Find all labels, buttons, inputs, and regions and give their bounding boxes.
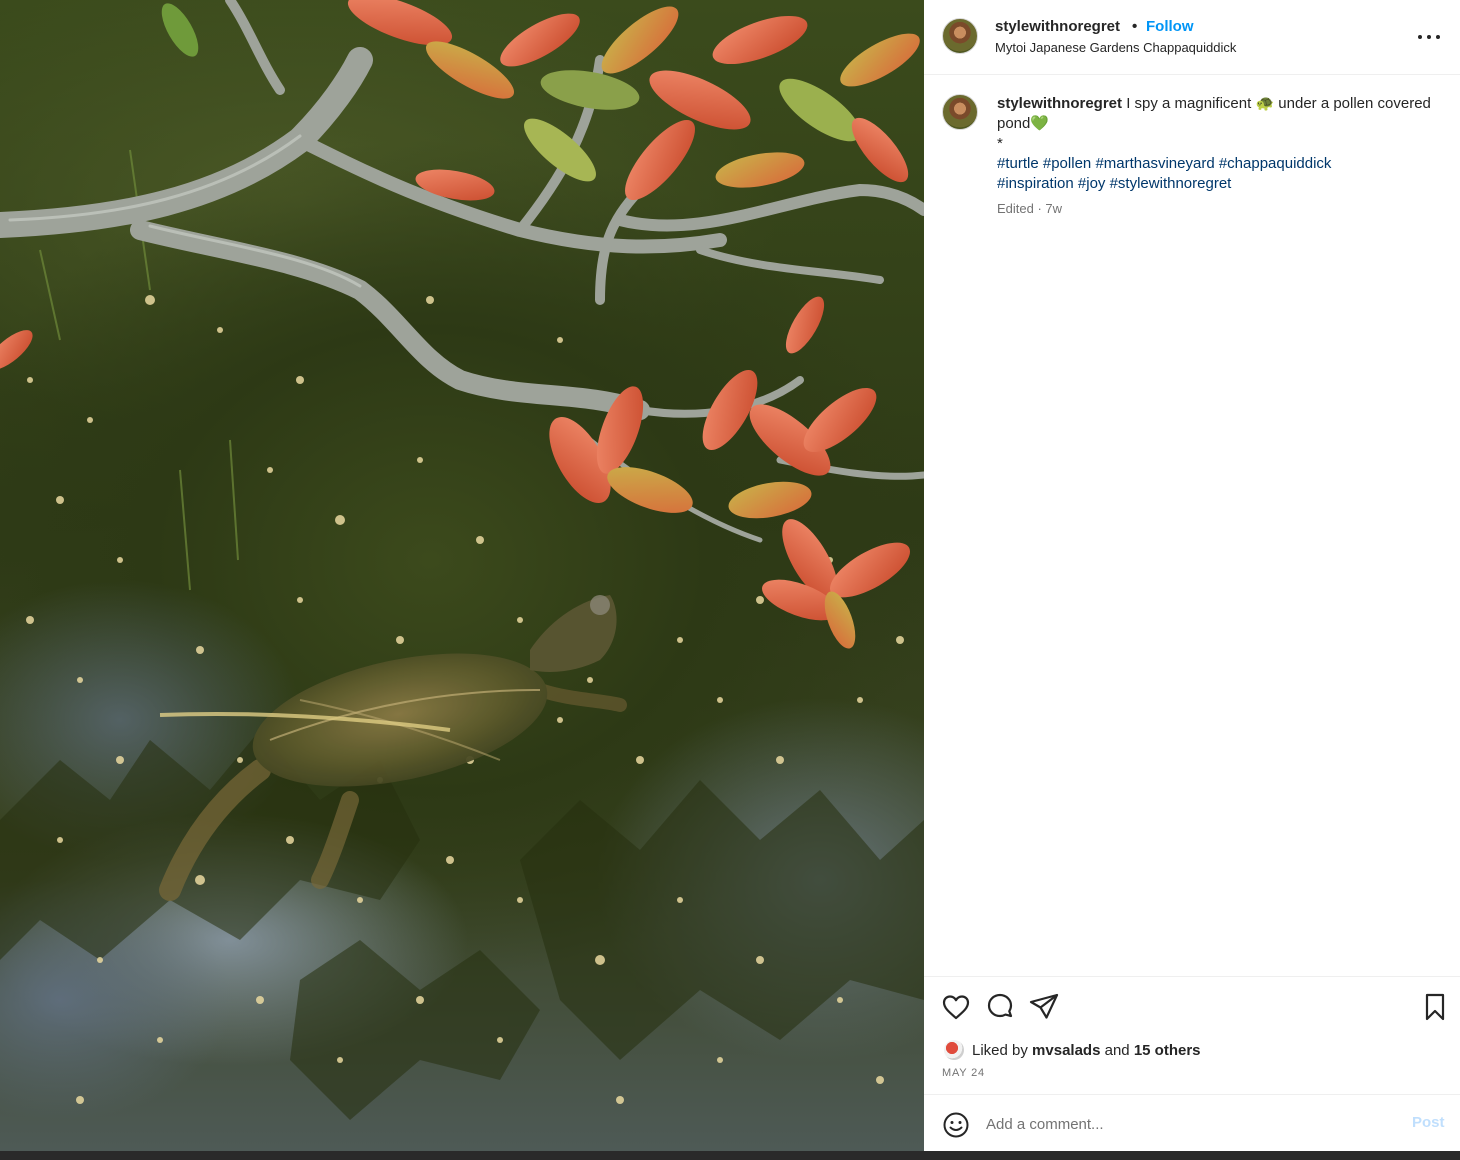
hashtag-link[interactable]: #chappaquiddick: [1219, 155, 1332, 172]
comment-icon[interactable]: [983, 990, 1017, 1024]
comment-input[interactable]: [986, 1111, 1386, 1137]
header-divider: [924, 74, 1460, 75]
hashtag-link[interactable]: #stylewithnoregret: [1110, 175, 1232, 192]
post-comment-button[interactable]: Post: [1412, 1114, 1445, 1131]
caption-hashtags: #turtle #pollen #marthasvineyard #chappa…: [997, 155, 1331, 192]
liker-avatar[interactable]: [944, 1040, 964, 1060]
green-heart-emoji: 💚: [1030, 115, 1050, 132]
actions-divider: [924, 976, 1460, 977]
leaves-top: [161, 0, 920, 201]
post-date[interactable]: MAY 24: [942, 1067, 985, 1079]
post-side-panel: stylewithnoregret • Follow Mytoi Japanes…: [924, 0, 1460, 1151]
action-bar: [924, 990, 1460, 1024]
turtle-emoji: 🐢: [1255, 95, 1275, 112]
post-photo[interactable]: [0, 0, 924, 1151]
caption-avatar[interactable]: [942, 94, 978, 130]
hashtag-link[interactable]: #joy: [1078, 175, 1106, 192]
bottom-filmstrip: [0, 1151, 1460, 1160]
caption-text-1: I spy a magnificent: [1122, 95, 1256, 112]
follow-button[interactable]: Follow: [1146, 18, 1194, 35]
caption-username[interactable]: stylewithnoregret: [997, 95, 1122, 112]
comment-composer: Post: [924, 1094, 1460, 1151]
caption-meta: Edited · 7w: [997, 201, 1063, 216]
emoji-icon[interactable]: [942, 1111, 970, 1139]
first-liker-link[interactable]: mvsalads: [1032, 1042, 1100, 1059]
likes-connector: and: [1104, 1041, 1130, 1059]
header-separator: •: [1132, 18, 1138, 35]
heart-icon[interactable]: [939, 990, 973, 1024]
leaves-middle: [0, 296, 910, 649]
hashtag-link[interactable]: #inspiration: [997, 175, 1074, 192]
hashtag-link[interactable]: #turtle: [997, 155, 1039, 172]
bookmark-icon[interactable]: [1418, 990, 1452, 1024]
share-icon[interactable]: [1027, 990, 1061, 1024]
hashtag-link[interactable]: #pollen: [1043, 155, 1091, 172]
photo-scene: [0, 0, 924, 1120]
post-location[interactable]: Mytoi Japanese Gardens Chappaquiddick: [995, 40, 1236, 55]
post-caption: stylewithnoregret I spy a magnificent 🐢 …: [997, 94, 1437, 194]
others-likes-link[interactable]: 15 others: [1134, 1042, 1201, 1059]
author-username[interactable]: stylewithnoregret: [995, 18, 1120, 35]
caption-asterisk: *: [997, 135, 1003, 152]
author-avatar[interactable]: [942, 18, 978, 54]
hashtag-link[interactable]: #marthasvineyard: [1095, 155, 1214, 172]
likes-prefix: Liked by: [972, 1041, 1028, 1059]
likes-summary: Liked by mvsalads and 15 others: [944, 1040, 1201, 1060]
more-options-icon[interactable]: [1412, 20, 1446, 54]
